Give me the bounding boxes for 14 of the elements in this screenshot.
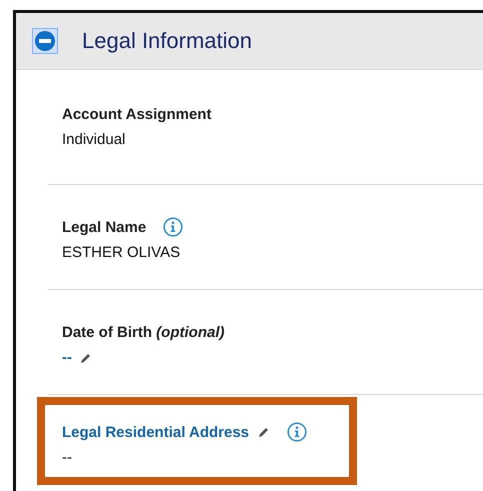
info-icon[interactable] [163, 217, 184, 237]
section-title: Legal Information [82, 28, 252, 54]
field-label: Legal Name [62, 218, 146, 236]
field-label: Account Assignment [62, 106, 212, 122]
collapse-button[interactable] [32, 28, 58, 54]
field-link[interactable]: Legal Residential Address [62, 424, 250, 440]
pencil-icon[interactable] [258, 426, 270, 438]
pencil-icon[interactable] [80, 352, 92, 364]
field-value: ESTHER OLIVAS [62, 244, 180, 261]
field-label: Date of Birth (optional) [62, 324, 224, 340]
field-value: Individual [62, 131, 126, 148]
info-icon[interactable] [287, 422, 308, 442]
field-value: -- [62, 449, 72, 466]
value-link[interactable]: -- [62, 349, 72, 366]
